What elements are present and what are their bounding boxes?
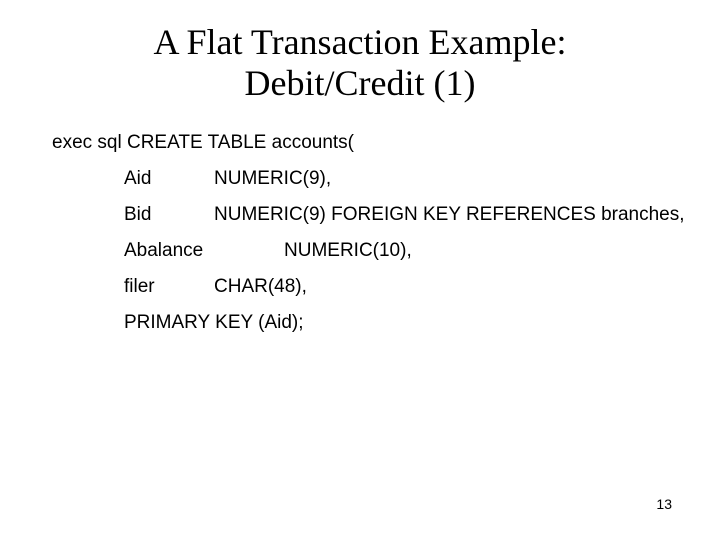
col-name-abalance: Abalance: [124, 241, 284, 260]
col-type-filer: CHAR(48),: [214, 276, 307, 297]
sql-col-abalance: AbalanceNUMERIC(10),: [52, 241, 720, 260]
col-type-bid: NUMERIC(9) FOREIGN KEY REFERENCES branch…: [214, 204, 685, 225]
col-type-abalance: NUMERIC(10),: [284, 240, 412, 261]
col-name-aid: Aid: [124, 169, 214, 188]
col-type-aid: NUMERIC(9),: [214, 168, 331, 189]
title-line-2: Debit/Credit (1): [0, 63, 720, 104]
sql-col-bid: BidNUMERIC(9) FOREIGN KEY REFERENCES bra…: [52, 205, 720, 224]
sql-col-aid: AidNUMERIC(9),: [52, 169, 720, 188]
sql-primary-key: PRIMARY KEY (Aid);: [52, 313, 720, 332]
title-line-1: A Flat Transaction Example:: [0, 22, 720, 63]
col-name-bid: Bid: [124, 205, 214, 224]
page-number: 13: [656, 496, 672, 512]
sql-create-line: exec sql CREATE TABLE accounts(: [52, 133, 720, 152]
slide: A Flat Transaction Example: Debit/Credit…: [0, 0, 720, 540]
slide-title: A Flat Transaction Example: Debit/Credit…: [0, 0, 720, 105]
col-name-filer: filer: [124, 277, 214, 296]
sql-col-filer: filerCHAR(48),: [52, 277, 720, 296]
slide-body: exec sql CREATE TABLE accounts( AidNUMER…: [0, 105, 720, 332]
